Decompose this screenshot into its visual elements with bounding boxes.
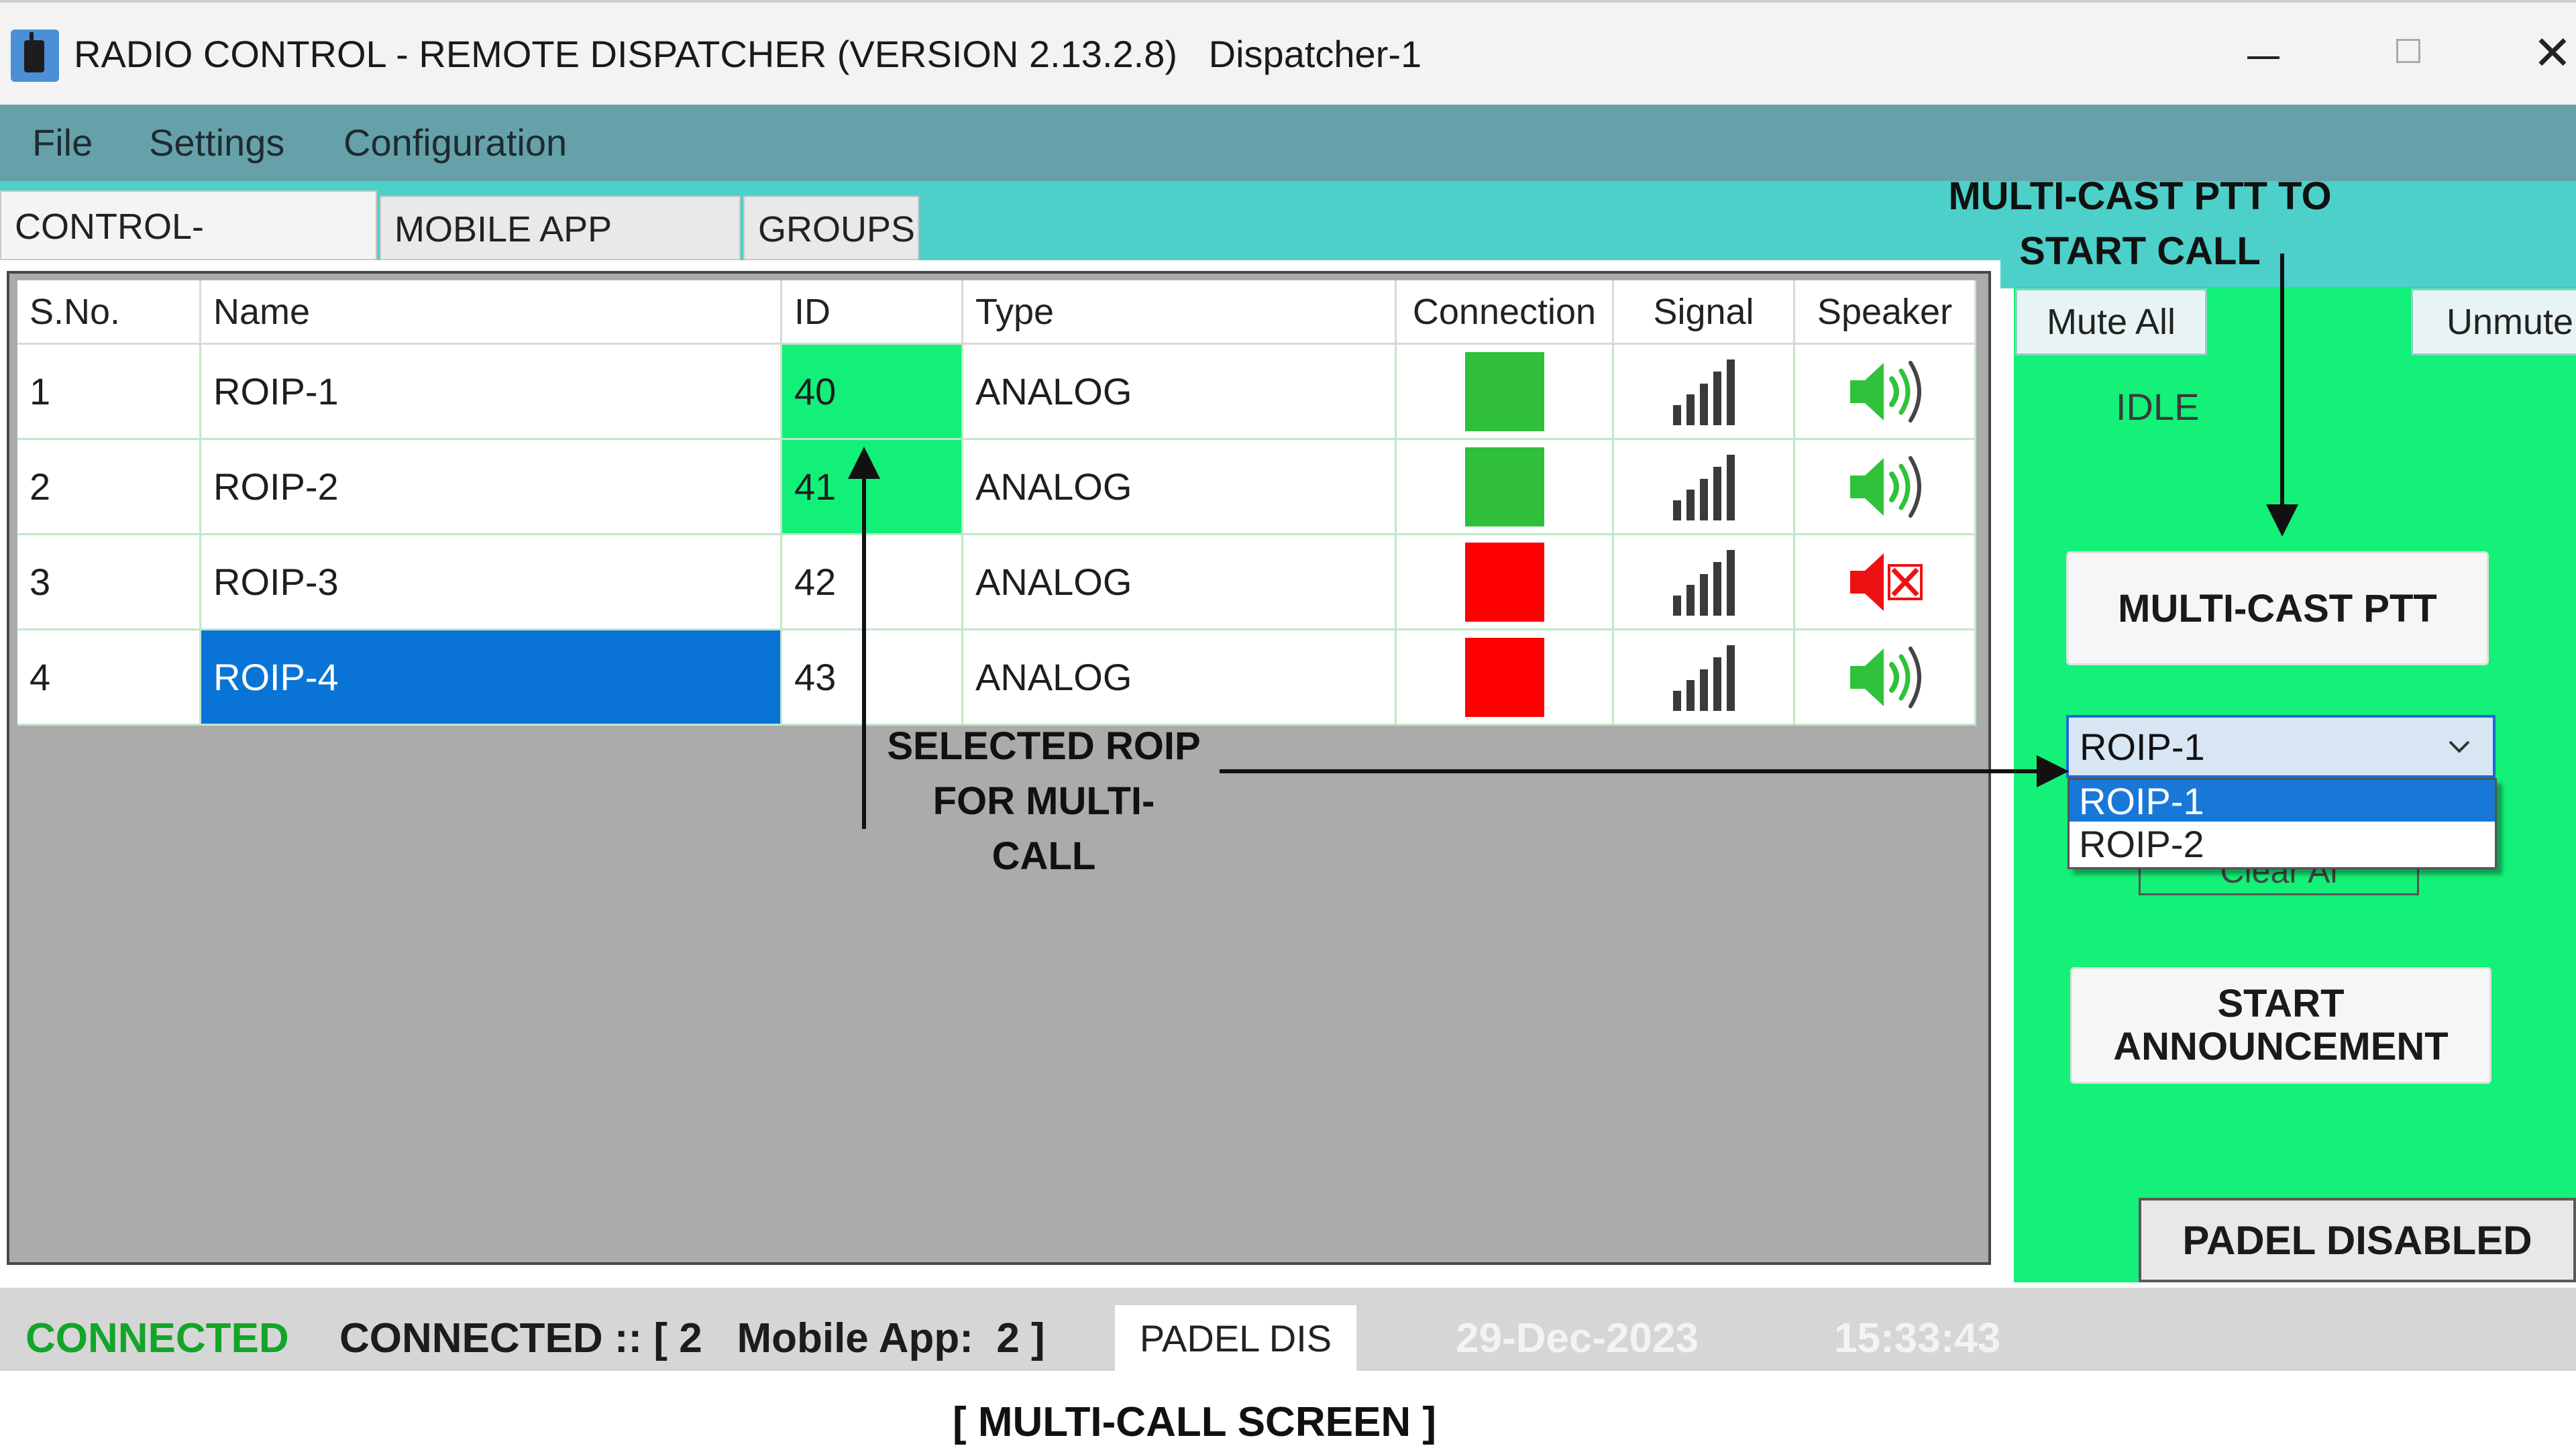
annotation-arrows — [848, 254, 2298, 829]
connection-status: CONNECTED — [25, 1315, 289, 1361]
connection-detail: CONNECTED :: [ 2 Mobile App: 2 ] — [339, 1315, 1045, 1361]
status-time: 15:33:43 — [1834, 1315, 2001, 1361]
status-bar: CONNECTED CONNECTED :: [ 2 Mobile App: 2… — [0, 1288, 2576, 1371]
padel-status: PADEL DIS — [1115, 1305, 1356, 1371]
status-date: 29-Dec-2023 — [1456, 1315, 1699, 1361]
